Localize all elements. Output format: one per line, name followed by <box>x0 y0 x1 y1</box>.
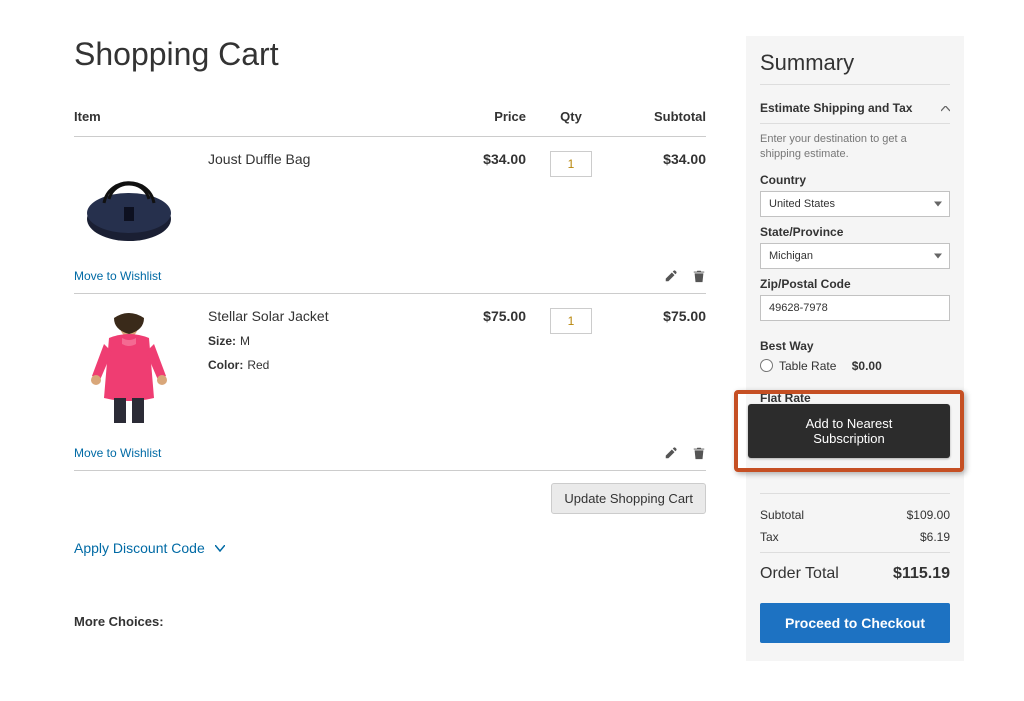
subtotal-label: Subtotal <box>760 508 804 522</box>
shipping-radio[interactable] <box>760 359 773 372</box>
state-select[interactable]: Michigan <box>760 243 950 269</box>
product-name[interactable]: Joust Duffle Bag <box>208 151 436 167</box>
tax-label: Tax <box>760 530 779 544</box>
order-total-value: $115.19 <box>893 565 950 583</box>
order-total-label: Order Total <box>760 565 839 583</box>
edit-icon[interactable] <box>664 446 678 460</box>
page-title: Shopping Cart <box>74 36 706 73</box>
checkout-button[interactable]: Proceed to Checkout <box>760 603 950 643</box>
product-attr: Color:Red <box>208 358 436 372</box>
state-label: State/Province <box>760 225 950 239</box>
zip-input[interactable] <box>760 295 950 321</box>
subtotal-value: $109.00 <box>907 508 950 522</box>
delete-icon[interactable] <box>692 446 706 460</box>
qty-input[interactable] <box>550 151 592 177</box>
col-subtotal: Subtotal <box>616 109 706 137</box>
more-choices-heading: More Choices: <box>74 614 706 629</box>
col-qty: Qty <box>526 109 616 137</box>
update-cart-button[interactable]: Update Shopping Cart <box>551 483 706 514</box>
zip-label: Zip/Postal Code <box>760 277 950 291</box>
cart-table: Item Price Qty Subtotal <box>74 109 706 471</box>
shipping-option[interactable]: Table Rate $0.00 <box>760 359 950 373</box>
product-price: $75.00 <box>436 294 526 429</box>
discount-toggle[interactable]: Apply Discount Code <box>74 540 706 556</box>
table-row: Joust Duffle Bag $34.00 $34.00 <box>74 137 706 252</box>
table-row: Stellar Solar Jacket Size:M Color:Red $7… <box>74 294 706 429</box>
product-image[interactable] <box>74 294 204 429</box>
chevron-up-icon <box>941 101 950 115</box>
tax-value: $6.19 <box>920 530 950 544</box>
product-subtotal: $75.00 <box>616 294 706 429</box>
col-price: Price <box>436 109 526 137</box>
col-item: Item <box>74 109 436 137</box>
product-price: $34.00 <box>436 137 526 252</box>
country-label: Country <box>760 173 950 187</box>
qty-input[interactable] <box>550 308 592 334</box>
delete-icon[interactable] <box>692 269 706 283</box>
product-attr: Size:M <box>208 334 436 348</box>
add-to-subscription-highlight: Add to Nearest Subscription <box>734 390 964 472</box>
product-name[interactable]: Stellar Solar Jacket <box>208 308 436 324</box>
summary-title: Summary <box>760 50 950 85</box>
wishlist-link[interactable]: Move to Wishlist <box>74 446 161 460</box>
chevron-down-icon <box>215 539 225 555</box>
country-select[interactable]: United States <box>760 191 950 217</box>
add-to-subscription-button[interactable]: Add to Nearest Subscription <box>748 404 950 458</box>
product-image[interactable] <box>74 137 204 252</box>
estimate-hint: Enter your destination to get a shipping… <box>760 132 950 163</box>
shipping-method-title: Best Way <box>760 339 950 353</box>
edit-icon[interactable] <box>664 269 678 283</box>
product-subtotal: $34.00 <box>616 137 706 252</box>
estimate-toggle[interactable]: Estimate Shipping and Tax <box>760 101 950 124</box>
summary-panel: Summary Estimate Shipping and Tax Enter … <box>746 36 964 661</box>
wishlist-link[interactable]: Move to Wishlist <box>74 269 161 283</box>
